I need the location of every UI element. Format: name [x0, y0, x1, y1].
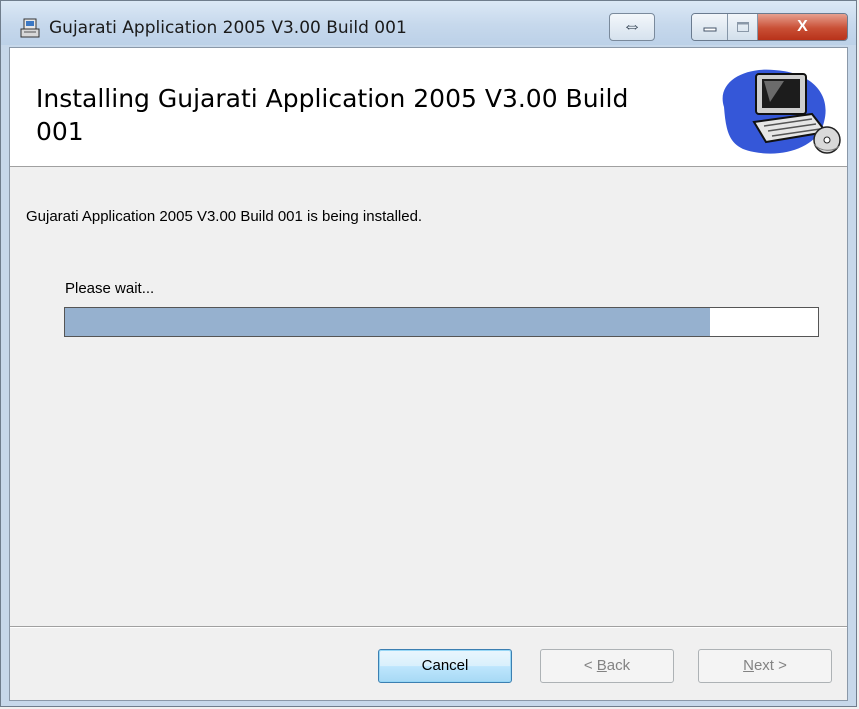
computer-cd-icon — [722, 69, 841, 154]
close-icon: X — [797, 18, 808, 35]
minimize-button[interactable] — [692, 14, 728, 40]
banner: Installing Gujarati Application 2005 V3.… — [10, 48, 847, 167]
window-title: Gujarati Application 2005 V3.00 Build 00… — [49, 18, 407, 38]
banner-title: Installing Gujarati Application 2005 V3.… — [36, 84, 629, 146]
back-button[interactable]: < Back — [540, 649, 674, 683]
back-mnemonic: B — [596, 657, 607, 674]
dialog-client: Installing Gujarati Application 2005 V3.… — [9, 47, 848, 701]
installer-icon — [20, 18, 40, 38]
divider-highlight — [10, 627, 847, 628]
progress-fill — [65, 308, 711, 336]
next-rest: ext > — [753, 657, 787, 674]
minimize-icon — [703, 27, 716, 32]
caption-buttons: X — [691, 13, 848, 41]
back-prefix: < — [583, 657, 597, 674]
cancel-button[interactable]: Cancel — [378, 649, 512, 683]
next-mnemonic: N — [743, 657, 754, 674]
title-bar[interactable]: Gujarati Application 2005 V3.00 Build 00… — [1, 1, 856, 45]
maximize-button[interactable] — [728, 14, 758, 40]
back-rest: ack — [606, 657, 631, 674]
resize-icon[interactable]: ⇔ — [609, 13, 655, 41]
installer-window: Gujarati Application 2005 V3.00 Build 00… — [0, 0, 857, 707]
please-wait-label: Please wait... — [65, 280, 155, 297]
maximize-icon — [736, 22, 749, 32]
next-button[interactable]: Next > — [698, 649, 832, 683]
close-button[interactable]: X — [758, 14, 847, 40]
status-message: Gujarati Application 2005 V3.00 Build 00… — [26, 208, 423, 225]
install-progress-bar — [64, 307, 819, 337]
